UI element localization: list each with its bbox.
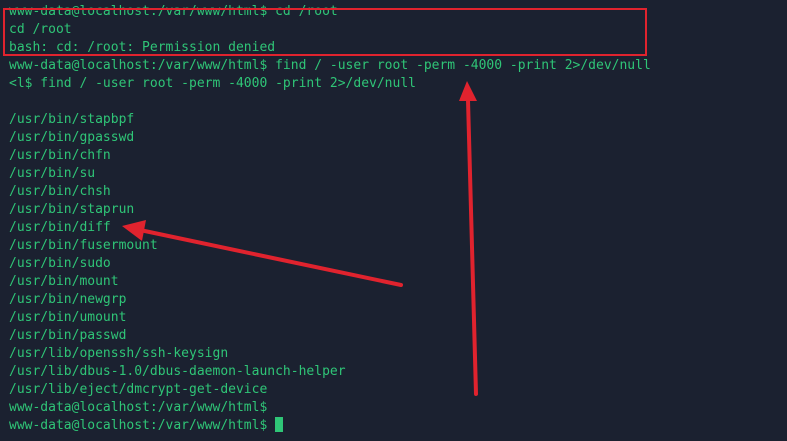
terminal-line-output: /usr/bin/sudo (9, 256, 111, 271)
terminal-line-output: /usr/lib/eject/dmcrypt-get-device (9, 382, 268, 397)
terminal-line-output: /usr/bin/su (9, 166, 96, 181)
terminal-line-prompt-find: www-data@localhost:/var/www/html$ find /… (9, 58, 651, 73)
terminal-line-output-diff: /usr/bin/diff (9, 220, 111, 235)
terminal-line-output: /usr/bin/passwd (9, 328, 127, 343)
terminal-line-echo-find: <l$ find / -user root -perm -4000 -print… (9, 76, 416, 91)
terminal-line-active-prompt[interactable]: www-data@localhost:/var/www/html$ (9, 417, 284, 435)
terminal-window[interactable]: www-data@localhost:/var/www/html$ cd /ro… (0, 0, 787, 441)
terminal-line-output: /usr/bin/umount (9, 310, 127, 325)
annotation-highlight-box (3, 8, 647, 56)
terminal-line-output: /usr/lib/dbus-1.0/dbus-daemon-launch-hel… (9, 364, 346, 379)
terminal-line-output: /usr/bin/stapbpf (9, 112, 135, 127)
terminal-line-output: /usr/bin/gpasswd (9, 130, 135, 145)
terminal-line-output: /usr/bin/chsh (9, 184, 111, 199)
terminal-line-output: /usr/bin/newgrp (9, 292, 127, 307)
terminal-line-output: /usr/bin/fusermount (9, 238, 158, 253)
terminal-line-output: /usr/bin/staprun (9, 202, 135, 217)
prompt-text: www-data@localhost:/var/www/html$ (9, 418, 276, 433)
terminal-cursor (275, 417, 284, 432)
terminal-line-output: /usr/bin/chfn (9, 148, 111, 163)
terminal-line-output: /usr/lib/openssh/ssh-keysign (9, 346, 229, 361)
terminal-line-output: /usr/bin/mount (9, 274, 119, 289)
annotation-arrow-to-find-command (459, 81, 478, 396)
terminal-line-prompt: www-data@localhost:/var/www/html$ (9, 400, 268, 415)
annotation-arrow-to-diff (122, 220, 403, 287)
